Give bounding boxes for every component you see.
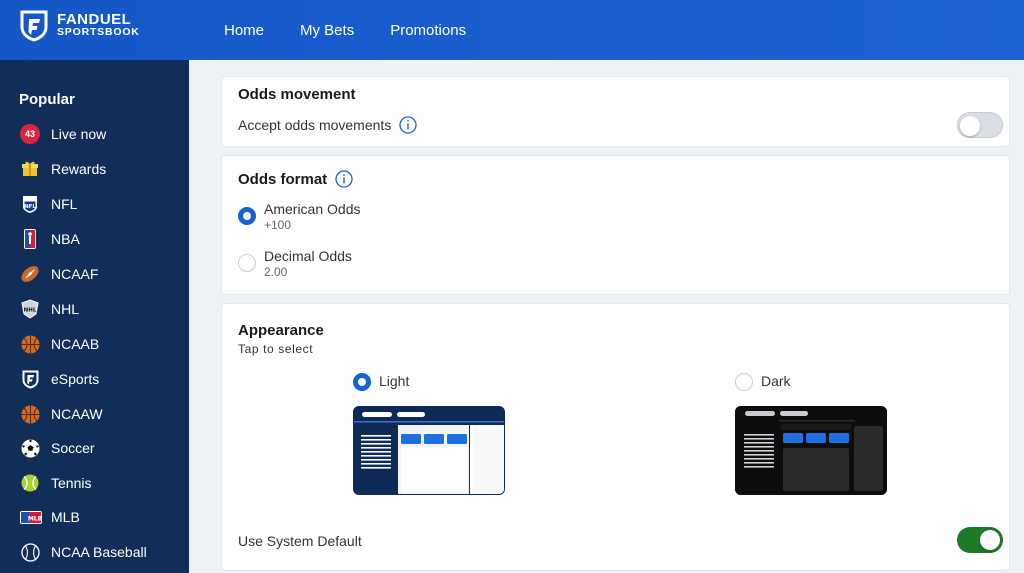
dark-theme-label[interactable]: Dark	[761, 373, 791, 389]
dark-theme-radio[interactable]	[735, 373, 753, 391]
basketball-icon	[20, 334, 40, 354]
soccer-ball-icon	[20, 438, 40, 458]
sidebar-item-label: Tennis	[51, 475, 92, 491]
mlb-icon: MLB	[20, 507, 42, 527]
sidebar-item-rewards[interactable]: Rewards	[20, 154, 106, 184]
appearance-subtitle: Tap to select	[238, 342, 314, 356]
svg-text:NHL: NHL	[24, 308, 37, 314]
american-odds-example: +100	[264, 218, 292, 232]
logo-line-2: SPORTSBOOK	[57, 26, 140, 38]
sidebar-item-ncaab[interactable]: NCAAB	[20, 329, 99, 359]
accept-odds-label: Accept odds movements	[238, 117, 392, 133]
logo-wordmark: FANDUEL SPORTSBOOK	[57, 11, 140, 39]
football-icon	[20, 264, 40, 284]
sidebar-item-nba[interactable]: NBA	[20, 224, 80, 254]
nba-icon	[20, 229, 40, 249]
svg-text:MLB: MLB	[28, 515, 42, 522]
sidebar: Popular 43 Live now Rewards NFL NFL NBA …	[0, 60, 189, 573]
accept-odds-toggle[interactable]	[957, 112, 1003, 138]
sidebar-item-label: eSports	[51, 371, 100, 387]
sidebar-item-label: NCAAF	[51, 266, 99, 282]
nav-promotions[interactable]: Promotions	[390, 22, 466, 39]
baseball-icon	[20, 542, 40, 562]
sidebar-item-label: NFL	[51, 196, 78, 212]
decimal-odds-radio[interactable]	[238, 254, 256, 272]
light-theme-preview[interactable]	[353, 406, 505, 495]
sidebar-item-label: NHL	[51, 301, 80, 317]
sidebar-item-mlb[interactable]: MLB MLB	[20, 502, 80, 532]
dark-theme-preview[interactable]	[735, 406, 887, 495]
sidebar-item-label: MLB	[51, 509, 80, 525]
sidebar-item-ncaaw[interactable]: NCAAW	[20, 399, 103, 429]
sidebar-item-label: Rewards	[51, 161, 107, 177]
sidebar-item-nfl[interactable]: NFL NFL	[20, 189, 77, 219]
fanduel-shield-icon	[20, 10, 48, 42]
toggle-knob	[980, 530, 1000, 550]
logo-line-1: FANDUEL	[57, 11, 132, 28]
sidebar-item-label: Live now	[51, 126, 107, 142]
accept-odds-row: Accept odds movements	[238, 116, 417, 134]
main-nav: Home My Bets Promotions	[224, 0, 502, 60]
odds-movement-card: Odds movement Accept odds movements	[222, 77, 1009, 146]
use-system-default-toggle[interactable]	[957, 527, 1003, 553]
appearance-card: Appearance Tap to select Light Dark Use …	[222, 304, 1009, 570]
top-navigation-bar: FANDUEL SPORTSBOOK Home My Bets Promotio…	[0, 0, 1024, 60]
sidebar-item-label: NBA	[51, 231, 80, 247]
odds-movement-title: Odds movement	[238, 86, 356, 103]
sidebar-item-ncaa-baseball[interactable]: NCAA Baseball	[20, 537, 147, 567]
american-odds-radio[interactable]	[238, 207, 256, 225]
sidebar-item-label: NCAAB	[51, 336, 100, 352]
settings-content: Odds movement Accept odds movements Odds…	[189, 60, 1024, 573]
american-odds-label[interactable]: American Odds	[264, 201, 360, 217]
sidebar-item-tennis[interactable]: Tennis	[20, 468, 91, 498]
sidebar-item-label: Soccer	[51, 440, 95, 456]
tennis-ball-icon	[20, 473, 40, 493]
sidebar-title: Popular	[19, 91, 75, 108]
sidebar-item-nhl[interactable]: NHL NHL	[20, 294, 79, 324]
live-count-badge: 43	[20, 124, 40, 144]
sidebar-item-label: NCAAW	[51, 406, 103, 422]
odds-format-header: Odds format	[238, 170, 353, 188]
sidebar-item-soccer[interactable]: Soccer	[20, 433, 95, 463]
toggle-knob	[960, 116, 980, 136]
basketball-icon	[20, 404, 40, 424]
info-icon[interactable]	[335, 170, 353, 188]
fanduel-shield-icon	[20, 369, 40, 389]
nhl-icon: NHL	[20, 299, 40, 319]
light-theme-radio[interactable]	[353, 373, 371, 391]
sidebar-item-esports[interactable]: eSports	[20, 364, 99, 394]
svg-text:NFL: NFL	[24, 204, 36, 210]
live-count: 43	[20, 124, 40, 144]
odds-format-title: Odds format	[238, 170, 328, 188]
sidebar-item-label: NCAA Baseball	[51, 544, 147, 560]
decimal-odds-example: 2.00	[264, 265, 288, 279]
decimal-odds-label[interactable]: Decimal Odds	[264, 248, 352, 264]
sidebar-item-ncaaf[interactable]: NCAAF	[20, 259, 98, 289]
gift-icon	[20, 159, 40, 179]
odds-format-card: Odds format American Odds +100 Decimal O…	[222, 156, 1009, 294]
use-system-default-label: Use System Default	[238, 533, 362, 549]
light-theme-label[interactable]: Light	[379, 373, 409, 389]
dark-theme-preview-graphic	[735, 406, 887, 495]
appearance-title: Appearance	[238, 322, 324, 339]
light-theme-preview-graphic	[354, 407, 504, 494]
nfl-icon: NFL	[20, 194, 40, 214]
nav-home[interactable]: Home	[224, 22, 264, 39]
info-icon[interactable]	[399, 116, 417, 134]
nav-my-bets[interactable]: My Bets	[300, 22, 354, 39]
fanduel-logo[interactable]: FANDUEL SPORTSBOOK	[19, 10, 140, 42]
sidebar-item-live-now[interactable]: 43 Live now	[20, 119, 106, 149]
